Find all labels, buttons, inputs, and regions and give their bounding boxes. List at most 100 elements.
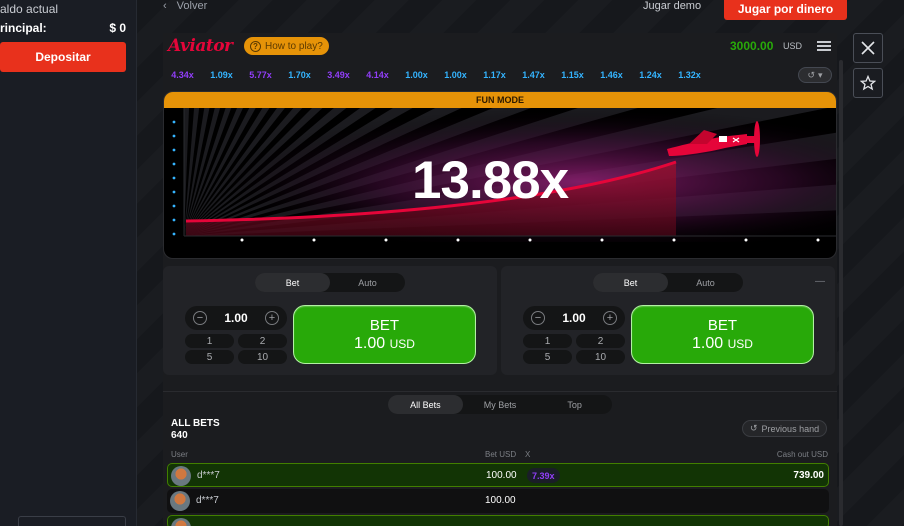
row-cashout: 739.00 (793, 470, 824, 481)
play-demo-link[interactable]: Jugar demo (643, 0, 701, 12)
previous-hand-label: Previous hand (761, 423, 820, 434)
history-multiplier[interactable]: 1.70x (280, 70, 319, 80)
tab-auto[interactable]: Auto (668, 273, 743, 292)
history-icon: ↺ (807, 69, 815, 80)
quick-amount-button[interactable]: 10 (238, 350, 287, 364)
y-axis-dot (172, 232, 176, 236)
stake-stepper: − 1.00 + (185, 306, 287, 330)
bets-section: All Bets My Bets Top ALL BETS 640 ↺ Prev… (163, 391, 837, 526)
col-user: User (171, 450, 188, 459)
page-scrollbar[interactable] (839, 60, 843, 526)
x-axis-dot (312, 238, 316, 242)
bet-button-amount-row: 1.00 USD (354, 335, 415, 353)
quick-amount-button[interactable]: 2 (238, 334, 287, 348)
x-axis-dot (528, 238, 532, 242)
remove-panel-icon[interactable]: — (815, 276, 825, 287)
y-axis-dot (172, 162, 176, 166)
fun-mode-banner: FUN MODE (164, 92, 836, 108)
tab-auto[interactable]: Auto (330, 273, 405, 292)
y-axis-dot (172, 190, 176, 194)
game-header: Aviator ? How to play? 3000.00 USD (163, 33, 837, 59)
stake-control: − 1.00 + 1 2 5 10 (185, 306, 287, 366)
stake-stepper: − 1.00 + (523, 306, 625, 330)
play-real-money-button[interactable]: Jugar por dinero (724, 0, 847, 20)
bet-mode-switch: Bet Auto (255, 273, 405, 292)
quick-amount-button[interactable]: 2 (576, 334, 625, 348)
history-toggle[interactable]: ↺ ▾ (798, 67, 832, 83)
stake-input[interactable]: 1.00 (210, 311, 262, 325)
account-sidebar: aldo actual rincipal: $ 0 Depositar (0, 0, 137, 526)
favorite-button[interactable] (853, 68, 883, 98)
history-icon: ↺ (750, 423, 758, 433)
minus-icon[interactable]: − (531, 311, 545, 325)
history-multiplier[interactable]: 1.00x (397, 70, 436, 80)
history-multiplier[interactable]: 1.00x (436, 70, 475, 80)
history-multiplier[interactable]: 1.47x (514, 70, 553, 80)
how-to-play-button[interactable]: ? How to play? (244, 37, 329, 55)
history-multiplier[interactable]: 4.34x (163, 70, 202, 80)
history-multiplier[interactable]: 4.14x (358, 70, 397, 80)
stake-input[interactable]: 1.00 (548, 311, 600, 325)
stake-control: − 1.00 + 1 2 5 10 (523, 306, 625, 366)
table-row: d***7 100.00 (167, 489, 829, 513)
history-multiplier[interactable]: 1.32x (670, 70, 709, 80)
all-bets-title: ALL BETS (171, 418, 220, 429)
help-icon: ? (250, 40, 261, 52)
row-bet: 100.00 (485, 495, 516, 506)
plus-icon[interactable]: + (603, 311, 617, 325)
table-row: d***7 100.00 7.39x 739.00 (167, 463, 829, 487)
bet-button-amount: 1.00 (692, 334, 724, 352)
row-user: d***7 (196, 495, 219, 506)
tab-bet[interactable]: Bet (593, 273, 668, 292)
history-multiplier[interactable]: 1.46x (592, 70, 631, 80)
close-icon (861, 41, 875, 55)
x-axis-dot (816, 238, 820, 242)
bet-mode-switch: Bet Auto (593, 273, 743, 292)
bet-button-label: BET (707, 316, 738, 334)
back-link[interactable]: ‹ Volver (163, 0, 207, 12)
quick-amount-button[interactable]: 10 (576, 350, 625, 364)
plus-icon[interactable]: + (265, 311, 279, 325)
principal-balance-row: rincipal: $ 0 (0, 21, 126, 35)
history-multiplier[interactable]: 3.49x (319, 70, 358, 80)
history-multiplier[interactable]: 1.24x (631, 70, 670, 80)
close-button[interactable] (853, 33, 883, 63)
principal-value: $ 0 (109, 21, 126, 35)
star-icon (860, 75, 876, 91)
row-multiplier: 7.39x (527, 468, 560, 483)
row-bet: 100.00 (486, 470, 517, 481)
avatar (170, 491, 190, 511)
bet-button[interactable]: BET 1.00 USD (631, 305, 814, 364)
minus-icon[interactable]: − (193, 311, 207, 325)
avatar (171, 518, 191, 526)
bets-tabs: All Bets My Bets Top (388, 395, 612, 414)
avatar (171, 466, 191, 486)
x-axis-dot (456, 238, 460, 242)
previous-hand-button[interactable]: ↺ Previous hand (742, 420, 828, 437)
tab-top[interactable]: Top (537, 395, 612, 414)
sidebar-bottom-item[interactable] (18, 516, 126, 526)
history-multiplier[interactable]: 5.77x (241, 70, 280, 80)
x-axis-dot (240, 238, 244, 242)
principal-label: rincipal: (0, 21, 47, 35)
tab-bet[interactable]: Bet (255, 273, 330, 292)
quick-amount-button[interactable]: 5 (185, 350, 234, 364)
history-multiplier[interactable]: 1.17x (475, 70, 514, 80)
quick-amount-button[interactable]: 1 (523, 334, 572, 348)
chevron-down-icon: ▾ (818, 69, 823, 80)
tab-my-bets[interactable]: My Bets (463, 395, 538, 414)
deposit-button[interactable]: Depositar (0, 42, 126, 72)
quick-amount-button[interactable]: 1 (185, 334, 234, 348)
tab-all-bets[interactable]: All Bets (388, 395, 463, 414)
x-axis-dot (384, 238, 388, 242)
quick-amount-button[interactable]: 5 (523, 350, 572, 364)
game-canvas: FUN MODE 13.88x (163, 91, 837, 259)
bet-panel-2: Bet Auto — − 1.00 + 1 2 5 10 BET 1.00 US… (501, 266, 835, 375)
y-axis-dot (172, 218, 176, 222)
history-multiplier[interactable]: 1.15x (553, 70, 592, 80)
y-axis-dot (172, 204, 176, 208)
history-multiplier[interactable]: 1.09x (202, 70, 241, 80)
balance-label: aldo actual (0, 2, 59, 16)
menu-icon[interactable] (817, 41, 831, 51)
bet-button[interactable]: BET 1.00 USD (293, 305, 476, 364)
